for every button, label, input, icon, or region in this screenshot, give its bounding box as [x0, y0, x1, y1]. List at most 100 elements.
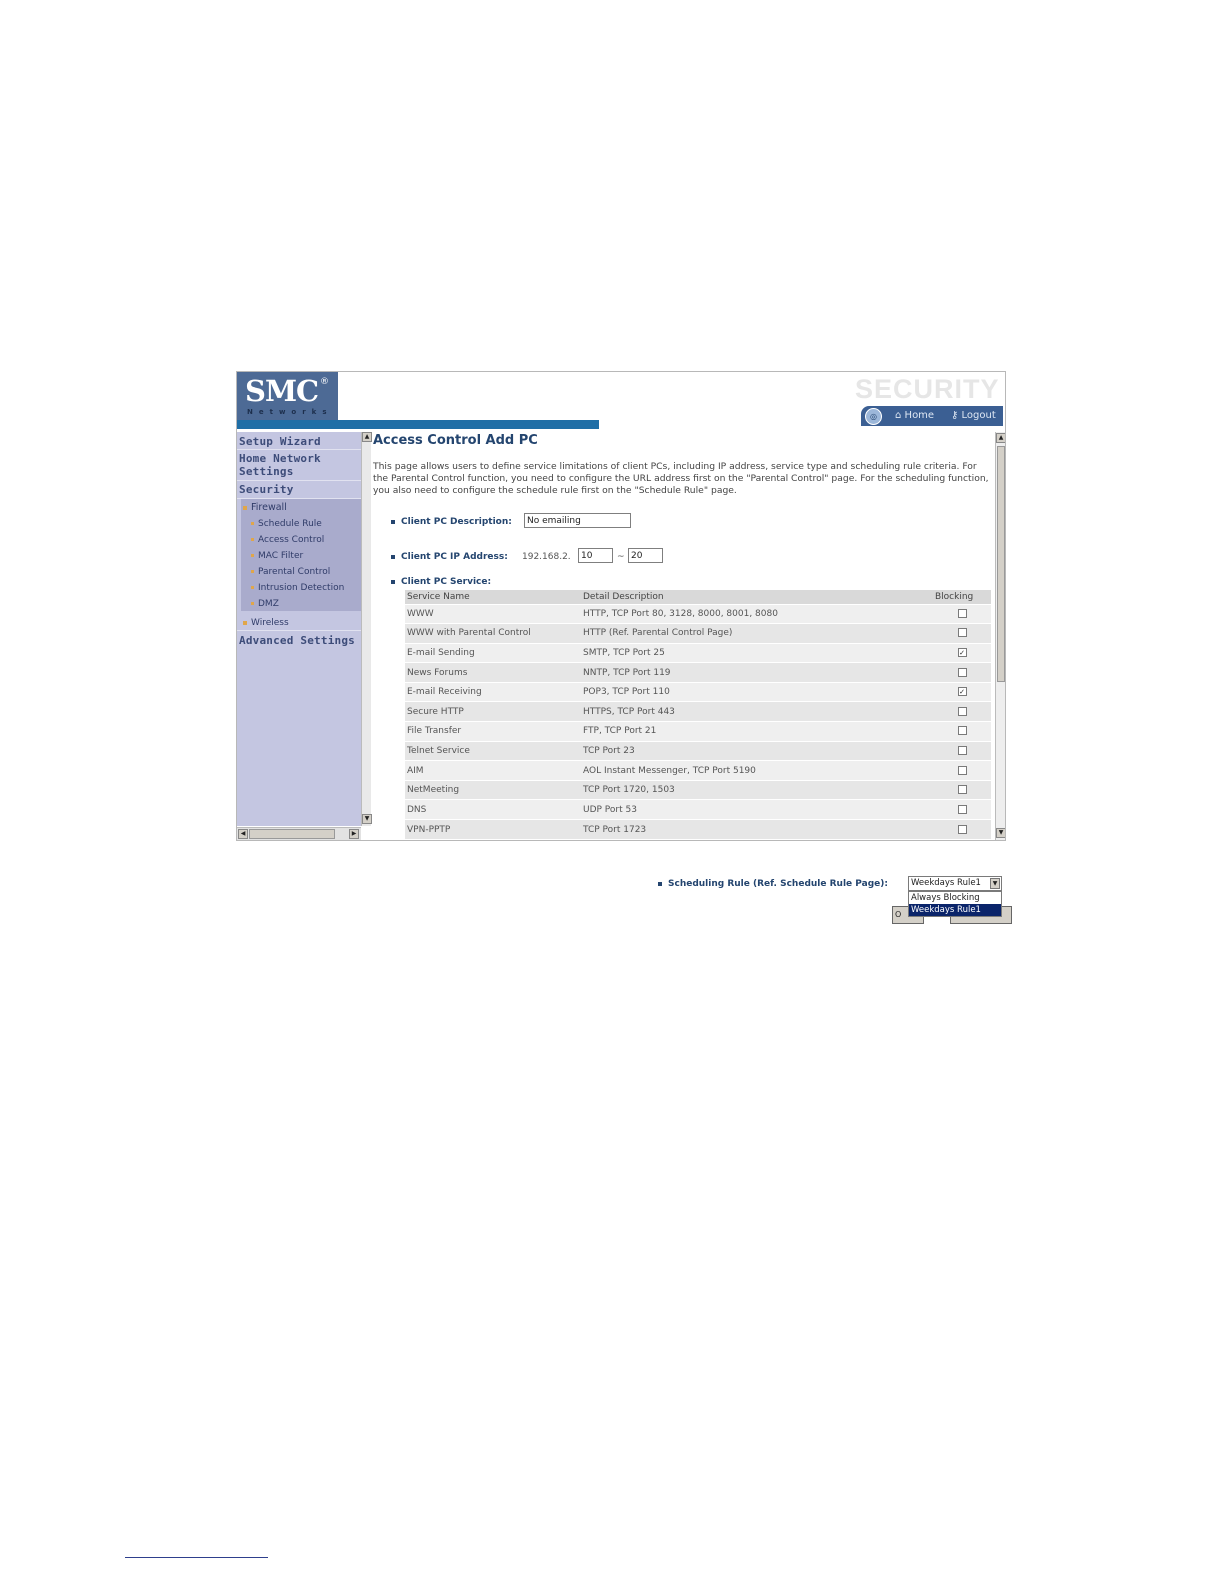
- sidebar-item-wireless[interactable]: Wireless: [243, 618, 289, 628]
- ip-end-input[interactable]: [628, 548, 663, 563]
- scheduling-rule-label-text: Scheduling Rule (Ref. Schedule Rule Page…: [668, 879, 888, 889]
- client-pc-description-input[interactable]: [524, 513, 631, 528]
- intrusion-detection-label: Intrusion Detection: [258, 583, 345, 593]
- table-row: DNS UDP Port 53: [405, 799, 991, 820]
- blocking-cell: [933, 603, 991, 624]
- header-accent-bar: [237, 420, 599, 429]
- sidebar-item-firewall[interactable]: Firewall: [243, 502, 287, 513]
- service-description-cell: SMTP, TCP Port 25: [581, 642, 933, 663]
- main-vertical-scrollbar[interactable]: ▲ ▼: [995, 432, 1005, 840]
- ip-prefix: 192.168.2.: [522, 552, 571, 562]
- client-pc-service-label: Client PC Service:: [391, 577, 491, 587]
- blocking-checkbox[interactable]: ✓: [957, 687, 967, 697]
- client-pc-description-label: Client PC Description:: [391, 517, 512, 527]
- sidebar-item-parental-control[interactable]: Parental Control: [251, 567, 330, 577]
- bullet-icon: [251, 522, 254, 525]
- table-row: WWW HTTP, TCP Port 80, 3128, 8000, 8001, …: [405, 603, 991, 624]
- blocking-checkbox[interactable]: [957, 667, 967, 677]
- client-pc-ip-label: Client PC IP Address:: [391, 552, 508, 562]
- registered-mark: ®: [320, 377, 329, 387]
- router-admin-screenshot: SMC ® Networks SECURITY ◎ ⌂ Home ⚷ Logou…: [236, 371, 1006, 841]
- sidebar-item-setup-wizard[interactable]: Setup Wizard: [239, 435, 321, 448]
- blocking-checkbox[interactable]: [957, 824, 967, 834]
- blocking-checkbox[interactable]: ✓: [957, 647, 967, 657]
- scheduling-rule-label: Scheduling Rule (Ref. Schedule Rule Page…: [658, 879, 888, 889]
- bullet-icon: [391, 554, 395, 559]
- service-name-cell: Telnet Service: [405, 740, 581, 761]
- main-scroll-thumb[interactable]: [997, 446, 1005, 682]
- sidebar-item-dmz[interactable]: DMZ: [251, 599, 279, 609]
- table-row: E-mail Receiving POP3, TCP Port 110 ✓: [405, 681, 991, 702]
- scroll-left-arrow-icon[interactable]: ◀: [238, 829, 248, 839]
- option-weekdays-rule1[interactable]: Weekdays Rule1: [909, 904, 1001, 916]
- sidebar-item-mac-filter[interactable]: MAC Filter: [251, 551, 303, 561]
- sidebar-item-advanced-settings[interactable]: Advanced Settings: [239, 634, 355, 647]
- blocking-cell: [933, 623, 991, 644]
- table-row: E-mail Sending SMTP, TCP Port 25 ✓: [405, 642, 991, 663]
- blocking-cell: [933, 701, 991, 722]
- sidebar-item-intrusion-detection[interactable]: Intrusion Detection: [251, 583, 344, 593]
- column-header-service-name: Service Name: [405, 590, 581, 604]
- access-control-label: Access Control: [258, 535, 325, 545]
- service-name-cell: WWW: [405, 603, 581, 624]
- scroll-right-arrow-icon[interactable]: ▶: [349, 829, 359, 839]
- folder-bullet-icon: [243, 505, 247, 510]
- home-link[interactable]: ⌂ Home: [895, 410, 934, 421]
- sidebar-item-security[interactable]: Security: [239, 483, 294, 496]
- smc-logo[interactable]: SMC ® Networks: [237, 372, 338, 420]
- schedule-rule-label: Schedule Rule: [258, 519, 322, 529]
- scroll-down-arrow-icon[interactable]: ▼: [996, 828, 1005, 838]
- blocking-checkbox[interactable]: [957, 765, 967, 775]
- service-name-cell: File Transfer: [405, 721, 581, 742]
- blocking-checkbox[interactable]: [957, 706, 967, 716]
- service-description-cell: HTTP (Ref. Parental Control Page): [581, 623, 933, 644]
- key-icon: ⚷: [951, 410, 959, 421]
- blocking-checkbox[interactable]: [957, 785, 967, 795]
- client-pc-service-label-text: Client PC Service:: [401, 577, 492, 587]
- section-banner: SECURITY: [855, 374, 1000, 404]
- blocking-checkbox[interactable]: [957, 628, 967, 638]
- blocking-checkbox[interactable]: [957, 745, 967, 755]
- blocking-cell: [933, 819, 991, 840]
- sidebar-item-home-network-settings[interactable]: Home Network Settings: [239, 452, 349, 478]
- scroll-up-arrow-icon[interactable]: ▲: [996, 433, 1005, 443]
- dmz-label: DMZ: [258, 599, 279, 609]
- ip-start-input[interactable]: [578, 548, 613, 563]
- firewall-label: Firewall: [251, 502, 287, 513]
- logout-link[interactable]: ⚷ Logout: [951, 410, 996, 421]
- sidebar-item-schedule-rule[interactable]: Schedule Rule: [251, 519, 322, 529]
- dropdown-arrow-icon[interactable]: ▼: [990, 878, 1000, 889]
- sidebar-item-access-control[interactable]: Access Control: [251, 535, 324, 545]
- page-description: This page allows users to define service…: [373, 461, 989, 496]
- parental-control-label: Parental Control: [258, 567, 331, 577]
- table-row: NetMeeting TCP Port 1720, 1503: [405, 779, 991, 800]
- ok-button-partial-label: O: [895, 910, 902, 919]
- service-description-cell: HTTPS, TCP Port 443: [581, 701, 933, 722]
- bullet-icon: [251, 570, 254, 573]
- blocking-cell: ✓: [933, 681, 991, 702]
- logo-subtitle: Networks: [247, 408, 333, 416]
- service-description-cell: AOL Instant Messenger, TCP Port 5190: [581, 760, 933, 781]
- page-title: Access Control Add PC: [373, 433, 538, 448]
- scheduling-rule-select[interactable]: Weekdays Rule1 ▼: [908, 876, 1002, 891]
- top-toolbar: ◎ ⌂ Home ⚷ Logout: [861, 406, 1003, 426]
- table-row: File Transfer FTP, TCP Port 21: [405, 721, 991, 742]
- scroll-down-arrow-icon[interactable]: ▼: [362, 814, 372, 824]
- service-description-cell: POP3, TCP Port 110: [581, 681, 933, 702]
- service-name-cell: AIM: [405, 760, 581, 781]
- blocking-checkbox[interactable]: [957, 804, 967, 814]
- service-name-cell: Secure HTTP: [405, 701, 581, 722]
- table-header-row: Service Name Detail Description Blocking: [405, 590, 991, 604]
- sidebar-scroll-thumb[interactable]: [249, 829, 335, 839]
- sidebar-horizontal-scrollbar[interactable]: ◀ ▶: [237, 827, 361, 840]
- scroll-up-arrow-icon[interactable]: ▲: [362, 432, 372, 442]
- service-name-cell: WWW with Parental Control: [405, 623, 581, 644]
- blocking-cell: [933, 740, 991, 761]
- sidebar-vertical-scrollbar[interactable]: ▲ ▼: [361, 432, 372, 826]
- table-row: VPN-PPTP TCP Port 1723: [405, 819, 991, 840]
- option-always-blocking[interactable]: Always Blocking: [909, 892, 1001, 904]
- blocking-cell: [933, 799, 991, 820]
- service-name-cell: DNS: [405, 799, 581, 820]
- blocking-checkbox[interactable]: [957, 726, 967, 736]
- blocking-checkbox[interactable]: [957, 608, 967, 618]
